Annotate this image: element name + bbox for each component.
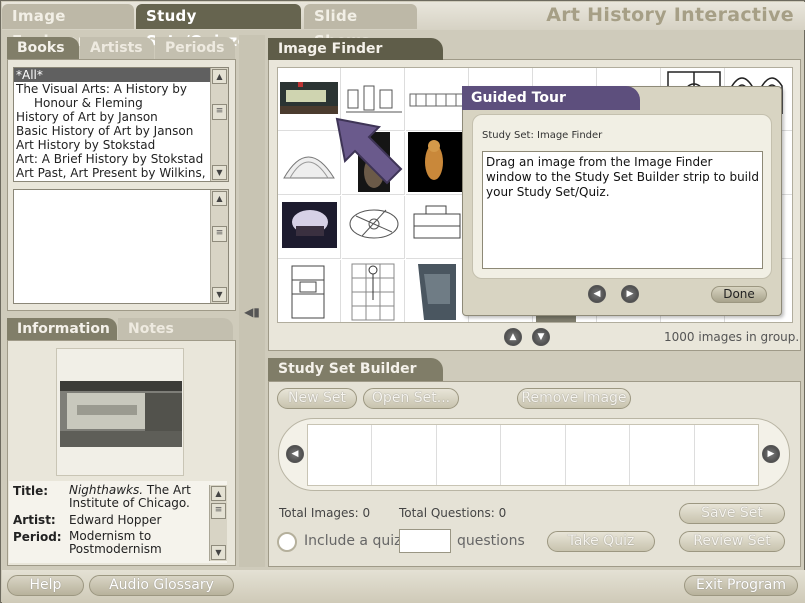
image-thumb[interactable] [278, 260, 341, 322]
app-window: Image Explorer Study Sets/Quizzes Slide … [0, 0, 805, 603]
artist-label: Artist: [13, 513, 56, 527]
tour-next-icon[interactable]: ▶ [621, 285, 639, 303]
artist-value: Edward Hopper [69, 513, 162, 527]
image-thumb[interactable] [406, 68, 469, 131]
strip-slot[interactable] [372, 425, 437, 485]
image-thumb[interactable] [342, 196, 405, 259]
image-thumb[interactable] [406, 260, 469, 322]
image-finder-title: Image Finder [268, 38, 443, 60]
take-quiz-button[interactable]: Take Quiz [547, 531, 655, 552]
tab-information[interactable]: Information [7, 318, 117, 340]
include-quiz-radio[interactable] [277, 532, 297, 552]
scroll-down-icon[interactable]: ▼ [212, 287, 227, 302]
remove-image-button[interactable]: Remove Image [517, 388, 631, 409]
scroll-up-icon[interactable]: ▲ [211, 486, 226, 501]
app-brand: Art History Interactive [546, 4, 794, 26]
collapse-left-icon[interactable]: ◀▮ [243, 305, 261, 319]
scroll-thumb[interactable]: ≡ [212, 226, 227, 242]
scroll-up-icon[interactable]: ▲ [212, 69, 227, 84]
strip-slot[interactable] [437, 425, 502, 485]
list-item[interactable]: Basic History of Art by Janson [14, 124, 228, 138]
list-item[interactable]: *All* [14, 68, 211, 82]
builder-strip[interactable] [307, 424, 759, 486]
period-value: Modernism to Postmodernism [69, 529, 162, 556]
scroll-down-icon[interactable]: ▼ [211, 545, 226, 560]
image-details: Title: Nighthawks. The Art Institute of … [9, 481, 227, 563]
strip-slot[interactable] [630, 425, 695, 485]
quiz-questions-input[interactable] [399, 529, 451, 553]
exit-program-button[interactable]: Exit Program [684, 575, 798, 596]
grid-up-icon[interactable]: ▲ [504, 328, 522, 346]
period-label: Period: [13, 530, 62, 544]
open-set-button[interactable]: Open Set... [363, 388, 459, 409]
total-images: Total Images: 0 [279, 506, 371, 520]
list-item[interactable]: Art Past, Art Present by Wilkins, [14, 166, 228, 180]
list-item[interactable]: The Visual Arts: A History by [14, 82, 228, 96]
selected-image-frame [56, 348, 184, 476]
title-label: Title: [13, 484, 49, 498]
strip-slot[interactable] [308, 425, 373, 485]
title-value: Nighthawks. The Art Institute of Chicago… [69, 483, 191, 510]
strip-slot[interactable] [695, 425, 758, 485]
study-set-builder-title: Study Set Builder [268, 358, 443, 381]
done-button[interactable]: Done [711, 286, 767, 303]
scroll-thumb[interactable]: ≡ [211, 503, 226, 519]
tab-periods[interactable]: Periods [155, 37, 235, 59]
tab-image-explorer[interactable]: Image Explorer [2, 4, 134, 50]
image-count: 1000 images in group. [664, 330, 800, 344]
guided-tour-subtitle: Study Set: Image Finder [482, 130, 603, 141]
scroll-thumb[interactable]: ≡ [212, 104, 227, 120]
strip-prev-icon[interactable]: ◀ [286, 445, 304, 463]
scroll-up-icon[interactable]: ▲ [212, 191, 227, 206]
guide-arrow-icon [335, 117, 403, 185]
tour-prev-icon[interactable]: ◀ [588, 285, 606, 303]
splitter[interactable]: ◀▮ [239, 35, 265, 567]
image-thumb[interactable] [342, 260, 405, 322]
save-set-button[interactable]: Save Set [679, 503, 785, 524]
total-questions: Total Questions: 0 [399, 506, 507, 520]
tab-slide-shows[interactable]: Slide Shows [304, 4, 417, 50]
tab-artists[interactable]: Artists [80, 37, 154, 59]
tab-notes[interactable]: Notes [118, 318, 233, 340]
questions-label: questions [457, 533, 525, 549]
strip-next-icon[interactable]: ▶ [762, 445, 780, 463]
guided-tour-body: Study Set: Image Finder Drag an image fr… [472, 114, 772, 279]
scroll-down-icon[interactable]: ▼ [212, 165, 227, 180]
image-thumb[interactable] [406, 196, 469, 259]
list-item[interactable]: History of Art by Janson [14, 110, 228, 124]
nighthawks-image [60, 381, 182, 447]
include-quiz-label: Include a quiz: [304, 533, 407, 549]
tab-books[interactable]: Books [7, 37, 79, 59]
list-item[interactable]: Art: A Brief History by Stokstad [14, 152, 228, 166]
list-item[interactable]: Honour & Fleming [14, 96, 228, 110]
review-set-button[interactable]: Review Set [679, 531, 785, 552]
image-thumb[interactable] [278, 196, 341, 259]
books-list[interactable]: *All* The Visual Arts: A History by Hono… [13, 67, 229, 182]
strip-slot[interactable] [501, 425, 566, 485]
books-scrollbar[interactable]: ▲ ≡ ▼ [210, 68, 228, 181]
guided-tour-text: Drag an image from the Image Finder wind… [482, 151, 763, 269]
new-set-button[interactable]: New Set [277, 388, 357, 409]
details-scrollbar[interactable]: ▲ ≡ ▼ [209, 485, 227, 561]
guided-tour-title: Guided Tour [462, 86, 640, 110]
help-button[interactable]: Help [7, 575, 84, 596]
image-thumb[interactable] [406, 132, 469, 195]
tab-study-sets-quizzes[interactable]: Study Sets/Quizzes [136, 4, 301, 50]
sub-list-scrollbar[interactable]: ▲ ≡ ▼ [210, 190, 228, 303]
strip-slot[interactable] [566, 425, 631, 485]
sub-list[interactable]: ▲ ≡ ▼ [13, 189, 229, 304]
list-item[interactable]: Art History by Stokstad [14, 138, 228, 152]
audio-glossary-button[interactable]: Audio Glossary [89, 575, 234, 596]
grid-down-icon[interactable]: ▼ [532, 328, 550, 346]
